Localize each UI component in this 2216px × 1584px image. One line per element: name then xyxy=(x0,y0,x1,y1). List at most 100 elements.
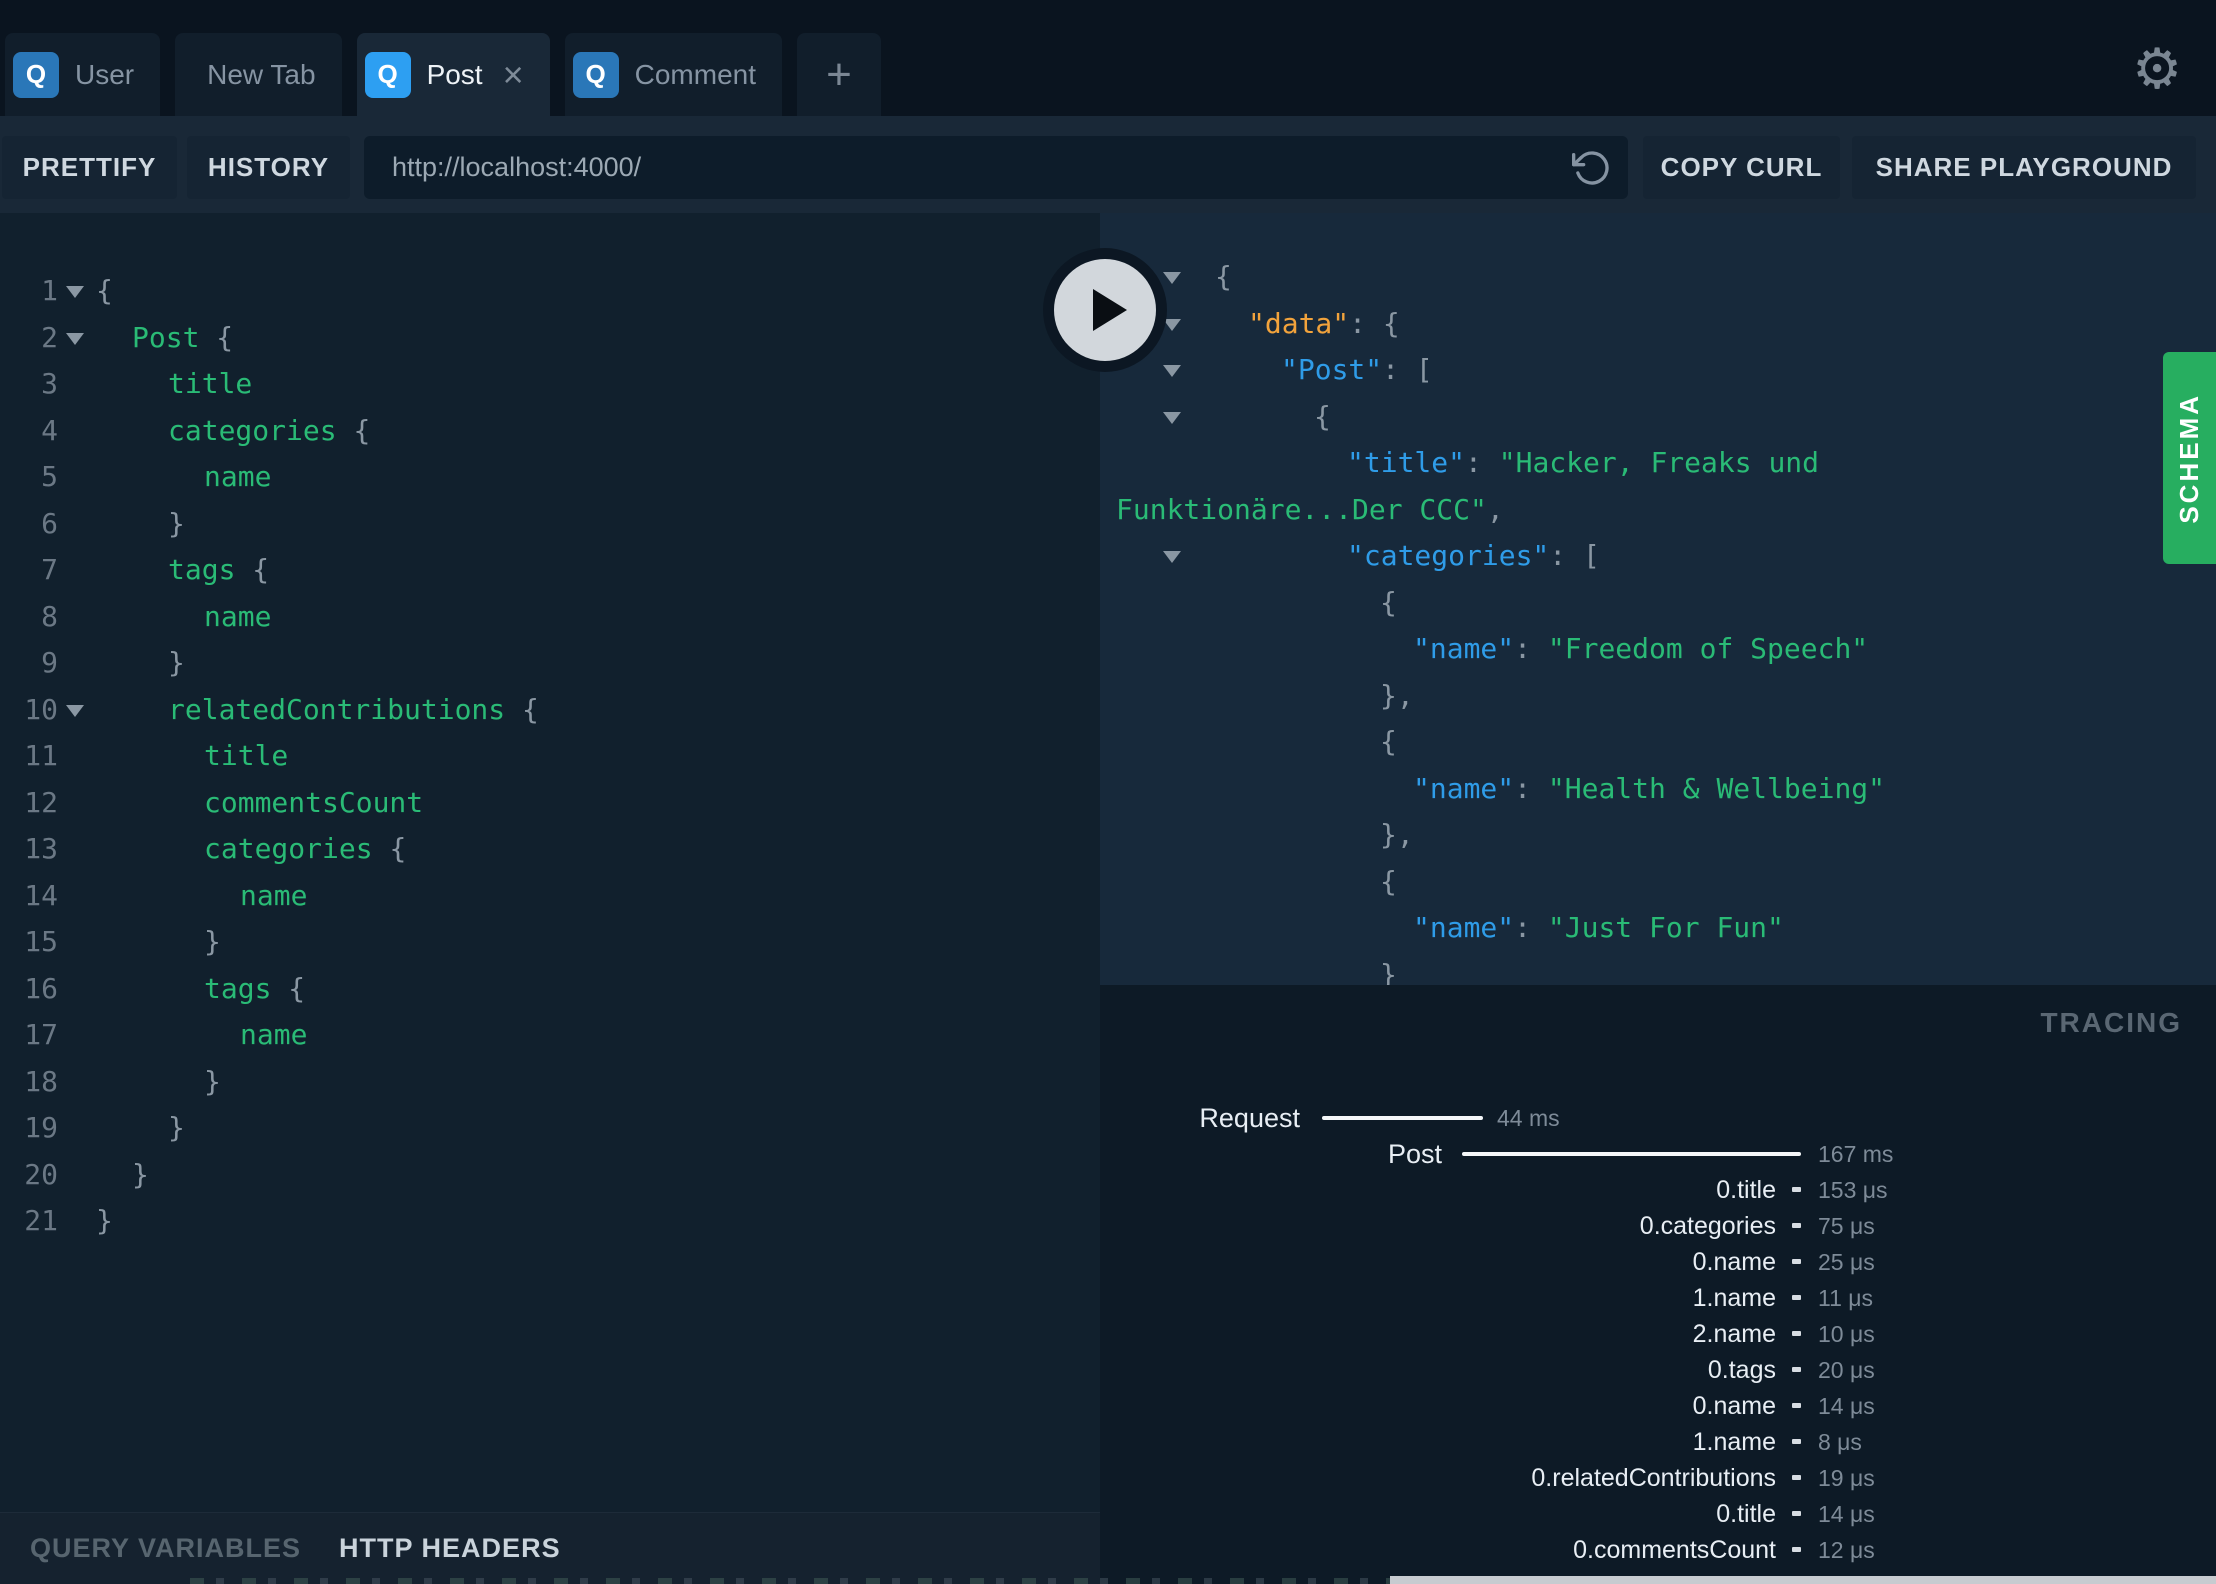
code-text: "name": "Health & Wellbeing" xyxy=(1413,766,1885,813)
line-number: 14 xyxy=(24,878,58,912)
prettify-button[interactable]: PRETTIFY xyxy=(2,136,177,199)
trace-dash-icon xyxy=(1792,1223,1801,1228)
code-line: 7 tags { xyxy=(0,547,1100,594)
code-text: "name": "Just For Fun" xyxy=(1413,905,1784,952)
trace-dash-icon xyxy=(1792,1187,1801,1192)
schema-side-tab[interactable]: SCHEMA xyxy=(2163,352,2216,564)
code-line: 20} xyxy=(0,1152,1100,1199)
code-text: title xyxy=(204,733,288,780)
trace-row: 2.name 10 μs xyxy=(1100,1316,2216,1352)
code-text: name xyxy=(240,873,307,920)
trace-label: 0.name xyxy=(1692,1248,1776,1276)
code-text: Funktionäre...Der CCC", xyxy=(1116,487,1504,534)
trace-dash-icon xyxy=(1792,1511,1801,1516)
history-button[interactable]: HISTORY xyxy=(187,136,350,199)
code-segment: { xyxy=(216,320,234,354)
execute-query-button[interactable] xyxy=(1043,248,1167,372)
query-editor-pane[interactable]: 1{2 Post {3 title 4 categories {5 name 6} 7 tags… xyxy=(0,213,1100,1512)
execute-button-circle xyxy=(1054,259,1156,361)
code-text: categories { xyxy=(204,826,406,873)
code-line: 2 Post { xyxy=(0,315,1100,362)
code-line: { xyxy=(1100,394,2216,441)
line-number: 17 xyxy=(24,1018,58,1051)
trace-bar xyxy=(1322,1116,1483,1120)
trace-row: 0.name 14 μs xyxy=(1100,1388,2216,1424)
schema-tab-label: SCHEMA xyxy=(2174,392,2204,524)
copy-curl-button[interactable]: COPY CURL xyxy=(1643,136,1840,199)
fold-arrow-icon[interactable] xyxy=(1163,551,1181,563)
code-segment: { xyxy=(252,553,270,586)
code-line: { xyxy=(1100,719,2216,766)
code-segment: , xyxy=(1486,492,1504,526)
tab-http-headers[interactable]: HTTP HEADERS xyxy=(339,1533,561,1564)
line-number: 16 xyxy=(24,971,58,1005)
code-text: "title": "Hacker, Freaks und xyxy=(1347,440,1819,487)
code-line: 18} xyxy=(0,1059,1100,1106)
endpoint-url-input[interactable] xyxy=(364,136,1628,199)
line-number: 8 xyxy=(41,599,58,633)
code-text: "data": { xyxy=(1248,301,1400,348)
add-tab-button[interactable]: + xyxy=(797,33,881,116)
tab-post[interactable]: Q Post × xyxy=(356,33,550,116)
fold-arrow-icon[interactable] xyxy=(66,332,84,345)
code-text: } xyxy=(168,640,185,687)
fold-arrow-icon[interactable] xyxy=(1163,272,1181,284)
trace-row: 0.commentsCount 12 μs xyxy=(1100,1532,2216,1568)
tab-label: Comment xyxy=(634,58,756,90)
fold-arrow-icon[interactable] xyxy=(1163,365,1181,377)
share-playground-button[interactable]: SHARE PLAYGROUND xyxy=(1852,136,2196,199)
reload-icon[interactable] xyxy=(1572,148,1612,188)
code-text: { xyxy=(96,268,113,315)
trace-row: 1.name 8 μs xyxy=(1100,1424,2216,1460)
code-text: } xyxy=(1380,952,1397,986)
trace-label: 0.name xyxy=(1692,1392,1776,1420)
code-line: 5 name xyxy=(0,454,1100,501)
line-number: 9 xyxy=(41,646,58,679)
code-segment: categories xyxy=(204,832,390,865)
horizontal-scrollbar[interactable] xyxy=(1390,1576,2216,1584)
code-segment: "name" xyxy=(1413,911,1515,944)
settings-gear-icon[interactable]: ⚙ xyxy=(2132,36,2182,102)
trace-label: 0.title xyxy=(1716,1176,1776,1204)
trace-label: 1.name xyxy=(1692,1428,1776,1456)
code-segment: } xyxy=(1380,957,1397,986)
fold-arrow-icon[interactable] xyxy=(66,286,84,298)
line-number: 11 xyxy=(24,739,58,772)
tab-query-variables[interactable]: QUERY VARIABLES xyxy=(30,1533,301,1564)
tab-new-tab[interactable]: New Tab xyxy=(175,33,342,116)
tab-user[interactable]: Q User xyxy=(5,33,161,116)
code-line: 14 name xyxy=(0,873,1100,920)
trace-duration: 19 μs xyxy=(1818,1465,1875,1491)
trace-row: 0.title 153 μs xyxy=(1100,1172,2216,1208)
code-segment: "data" xyxy=(1248,306,1350,340)
code-line: 1{ xyxy=(0,268,1100,315)
fold-arrow-icon[interactable] xyxy=(1163,411,1181,424)
code-segment: } xyxy=(168,506,185,540)
tracing-title: TRACING xyxy=(2040,1007,2182,1038)
trace-row: 0.relatedContributions 19 μs xyxy=(1100,1460,2216,1496)
trace-duration: 25 μs xyxy=(1818,1249,1875,1275)
code-text: tags { xyxy=(204,966,305,1013)
code-line: 21} xyxy=(0,1198,1100,1245)
code-text: relatedContributions { xyxy=(168,687,539,734)
code-line: 10 relatedContributions { xyxy=(0,687,1100,734)
line-number: 3 xyxy=(41,367,58,400)
code-segment: { xyxy=(389,832,407,865)
fold-arrow-icon[interactable] xyxy=(66,704,84,717)
code-line: "categories": [ xyxy=(1100,533,2216,580)
tab-comment[interactable]: Q Comment xyxy=(564,33,782,116)
code-segment: "title" xyxy=(1347,446,1466,479)
code-segment: : [ xyxy=(1382,353,1433,386)
code-segment: { xyxy=(522,692,539,726)
code-segment: } xyxy=(96,1204,113,1237)
tab-label: User xyxy=(75,58,135,90)
trace-row: 0.name 25 μs xyxy=(1100,1244,2216,1280)
play-icon xyxy=(1093,289,1127,331)
code-text: } xyxy=(168,1105,185,1152)
code-segment: "name" xyxy=(1413,632,1515,665)
close-tab-icon[interactable]: × xyxy=(503,56,524,93)
code-line: "title": "Hacker, Freaks und xyxy=(1100,440,2216,487)
code-segment: "Freedom of Speech" xyxy=(1547,632,1869,665)
code-line: "name": "Health & Wellbeing" xyxy=(1100,766,2216,813)
code-line: } xyxy=(1100,952,2216,986)
